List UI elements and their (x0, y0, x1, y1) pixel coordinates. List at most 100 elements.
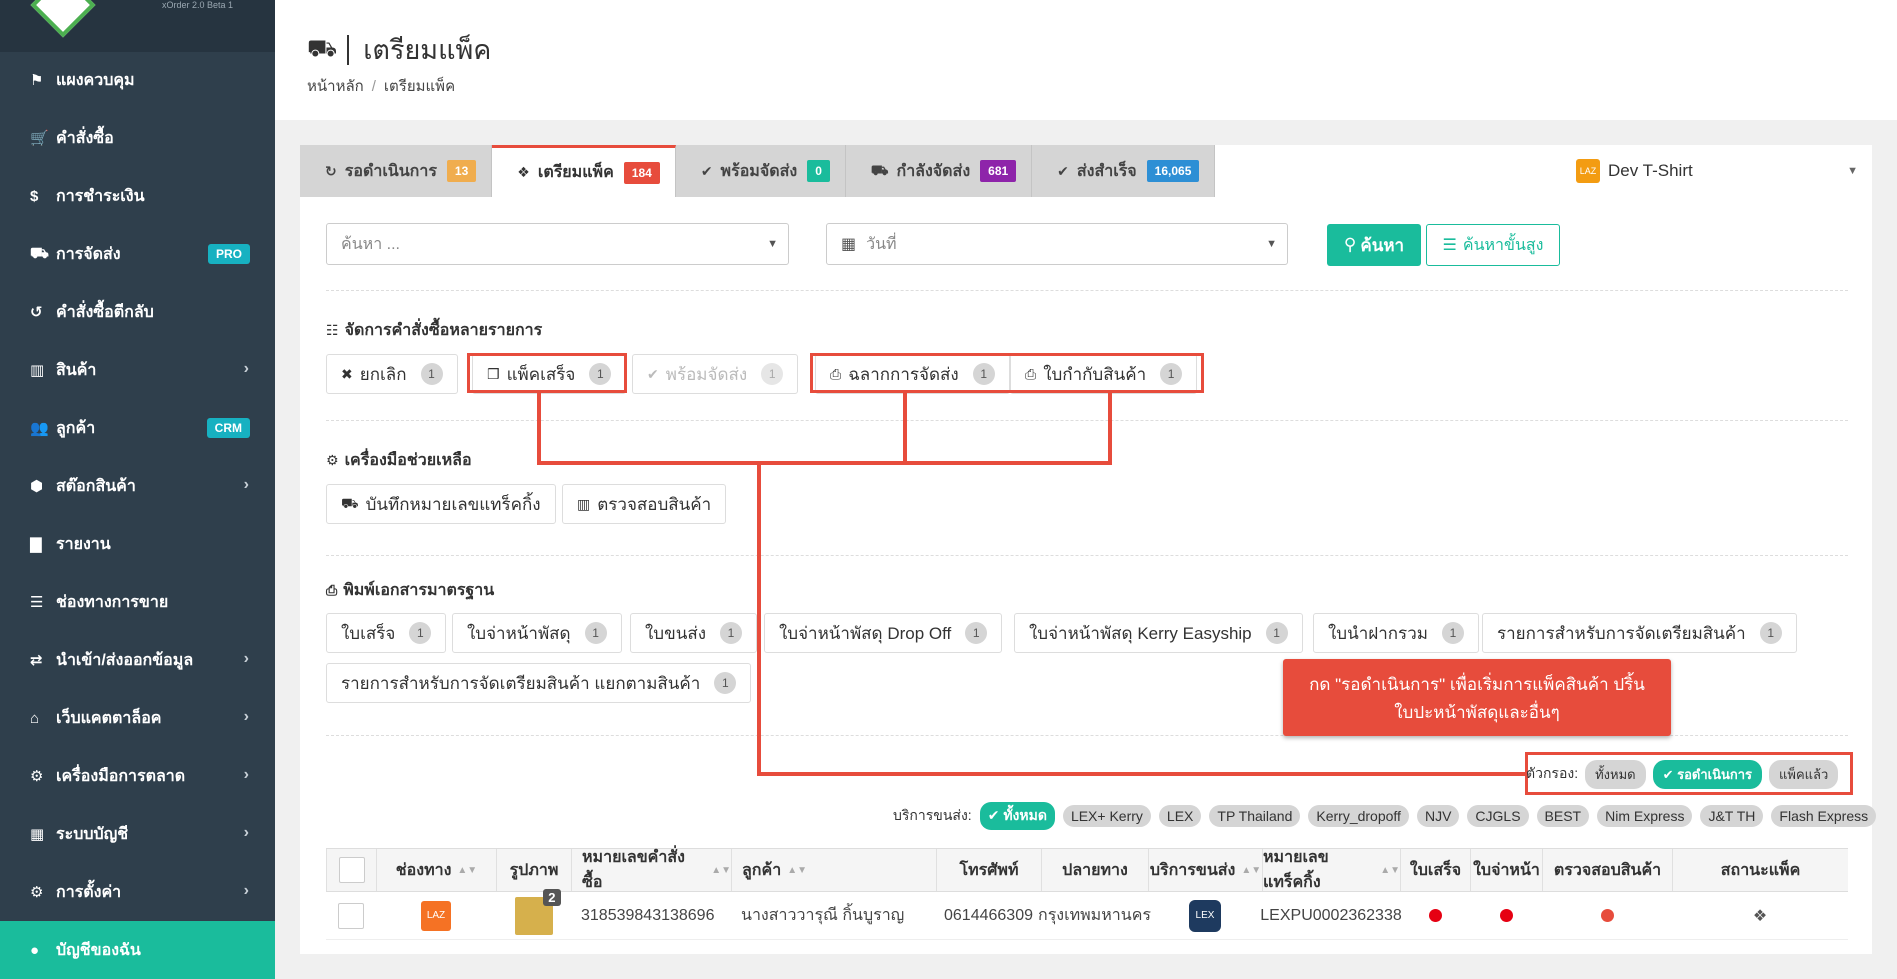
shop-select[interactable]: LAZ Dev T-Shirt ▼ (1562, 145, 1872, 197)
print-doc-button-2[interactable]: ใบขนส่ง 1 (630, 613, 758, 653)
print-doc-button-4[interactable]: ใบจ่าหน้าพัสดุ Kerry Easyship 1 (1014, 613, 1303, 653)
column-header: ใบจ่าหน้า (1470, 849, 1542, 891)
print-doc-button-0[interactable]: ใบเสร็จ 1 (326, 613, 447, 653)
carrier-option[interactable]: Kerry_dropoff (1308, 805, 1409, 827)
filter-all[interactable]: ทั้งหมด (1585, 759, 1646, 789)
table-cell (1470, 892, 1542, 939)
search-button-label: ค้นหา (1360, 235, 1405, 255)
print-doc-button-3[interactable]: ใบจ่าหน้าพัสดุ Drop Off 1 (764, 613, 1003, 653)
sidebar-item-0[interactable]: ⚑ แผงควบคุม (0, 51, 275, 109)
checkbox[interactable] (338, 857, 365, 883)
sidebar-item-9[interactable]: ☰ ช่องทางการขาย (0, 573, 275, 631)
account-icon: ● (30, 941, 40, 959)
search-button[interactable]: ⚲ ค้นหา (1327, 224, 1421, 266)
carrier-option[interactable]: BEST (1536, 805, 1590, 827)
record-tracking-label: บันทึกหมายเลขแทร็คกิ้ง (365, 494, 541, 514)
column-header[interactable]: บริการขนส่ง ▲▼ (1148, 849, 1262, 891)
tab-label: เตรียมแพ็ค (537, 164, 614, 181)
sidebar-item-10[interactable]: ⇄ นำเข้า/ส่งออกข้อมูล › (0, 631, 275, 689)
annotation-callout: กด "รอดำเนินการ" เพื่อเริ่มการแพ็คสินค้า… (1283, 659, 1671, 736)
table-cell: นางสาววารุณี กิ้นบูราญ (731, 892, 936, 939)
print-doc-button-1[interactable]: ใบจ่าหน้าพัสดุ 1 (452, 613, 622, 653)
cart-icon: 🛒 (30, 130, 49, 147)
sort-icon: ▲▼ (787, 864, 807, 876)
carrier-option[interactable]: TP Thailand (1209, 805, 1301, 827)
tab-icon: ↻ (325, 162, 337, 179)
tab-1[interactable]: ❖ เตรียมแพ็ค 184 (492, 145, 676, 197)
carrier-option[interactable]: Nim Express (1597, 805, 1693, 827)
sidebar-item-1[interactable]: 🛒 คำสั่งซื้อ (0, 109, 275, 167)
sidebar-item-2[interactable]: $ การชำระเงิน (0, 167, 275, 225)
sort-icon: ▲▼ (711, 864, 731, 876)
filter-packed[interactable]: แพ็คแล้ว (1769, 759, 1839, 789)
filter-pending[interactable]: ✔ รอดำเนินการ (1652, 759, 1763, 789)
sidebar: xOrder 2.0 Beta 1 ⚑ แผงควบคุม 🛒 คำสั่งซื้อ $… (0, 0, 275, 979)
column-header[interactable]: ลูกค้า ▲▼ (731, 849, 936, 891)
logo[interactable] (30, 0, 96, 38)
tab-4[interactable]: ✔ ส่งสำเร็จ 16,065 (1032, 145, 1216, 197)
tab-0[interactable]: ↻ รอดำเนินการ 13 (300, 145, 493, 197)
settings-icon: ⚙ (30, 884, 44, 901)
sidebar-item-14[interactable]: ⚙ การตั้งค่า › (0, 863, 275, 921)
ready-to-ship-button[interactable]: ✔ พร้อมจัดส่ง 1 (632, 354, 799, 394)
sidebar-item-7[interactable]: ⬢ สต๊อกสินค้า › (0, 457, 275, 515)
table-cell (326, 892, 376, 939)
carrier-option[interactable]: NJV (1416, 805, 1460, 827)
carrier-option[interactable]: ✔ ทั้งหมด (979, 802, 1055, 830)
column-header: ปลายทาง (1041, 849, 1148, 891)
column-header-label: ลูกค้า (742, 861, 782, 879)
advanced-search-button[interactable]: ☰ ค้นหาขั้นสูง (1426, 224, 1560, 266)
count-badge: 1 (714, 672, 737, 694)
sidebar-item-6[interactable]: 👥 ลูกค้า CRM (0, 399, 275, 457)
carrier-option[interactable]: LEX+ Kerry (1062, 805, 1151, 827)
tracking-number: LEXPU0002362338 (1260, 906, 1402, 924)
column-header-label: โทรศัพท์ (959, 861, 1019, 879)
table-cell (1400, 892, 1470, 939)
row-checkbox[interactable] (338, 902, 364, 929)
column-header: ใบเสร็จ (1400, 849, 1470, 891)
carrier-option[interactable]: J&T TH (1700, 805, 1764, 827)
chevron-right-icon: › (243, 360, 249, 377)
count-badge: 1 (720, 622, 743, 644)
calculator-icon: ▦ (30, 826, 45, 843)
sidebar-item-4[interactable]: ↺ คำสั่งซื้อตีกลับ (0, 283, 275, 341)
sidebar-item-5[interactable]: ▥ สินค้า › (0, 341, 275, 399)
printer-icon: ⎙ (326, 582, 338, 598)
button-label: ใบนำฝากรวม (1328, 623, 1428, 643)
product-thumbnail[interactable]: 2 (514, 888, 561, 935)
tab-label: ส่งสำเร็จ (1076, 162, 1137, 180)
column-header[interactable]: ช่องทาง ▲▼ (376, 849, 496, 891)
print-doc-button-5[interactable]: ใบนำฝากรวม 1 (1313, 613, 1479, 653)
carrier-option[interactable]: LEX (1158, 805, 1202, 827)
tab-3[interactable]: ⛟ กำลังจัดส่ง 681 (845, 145, 1033, 197)
print-doc-button-7[interactable]: รายการสำหรับการจัดเตรียมสินค้า แยกตามสิน… (326, 663, 752, 703)
sidebar-item-label: การตั้งค่า (56, 883, 122, 901)
select-all-checkbox[interactable] (326, 849, 376, 891)
count-badge: 1 (420, 363, 443, 385)
sidebar-item-15[interactable]: ● บัญชีของฉัน (0, 921, 275, 979)
date-input[interactable]: ▦ วันที่ ▼ (826, 223, 1288, 265)
order-number[interactable]: 318539843138696 (581, 907, 714, 925)
sidebar-item-12[interactable]: ⚙ เครื่องมือการตลาด › (0, 747, 275, 805)
search-input[interactable]: ค้นหา ... ▼ (326, 223, 789, 265)
sidebar-item-8[interactable]: ▇ รายงาน (0, 515, 275, 573)
sidebar-item-13[interactable]: ▦ ระบบบัญชี › (0, 805, 275, 863)
table-row[interactable]: LAZ 2 318539843138696 นางสาววารุณี กิ้นบูรา… (326, 888, 1848, 940)
breadcrumb-home[interactable]: หน้าหลัก (307, 78, 364, 95)
carrier-option[interactable]: Flash Express (1771, 805, 1877, 827)
print-doc-button-6[interactable]: รายการสำหรับการจัดเตรียมสินค้า 1 (1482, 613, 1797, 653)
cancel-button[interactable]: ✖ ยกเลิก 1 (326, 354, 458, 394)
column-header[interactable]: หมายเลขคำสั่งซื้อ ▲▼ (571, 849, 731, 891)
table-cell: 2 (496, 888, 571, 939)
count-badge: 1 (965, 622, 988, 644)
sidebar-item-3[interactable]: ⛟ การจัดส่ง PRO (0, 225, 275, 283)
logo-area: xOrder 2.0 Beta 1 (0, 0, 275, 52)
record-tracking-button[interactable]: ⛟ บันทึกหมายเลขแทร็คกิ้ง (326, 484, 556, 524)
highlight-pack-done (467, 353, 627, 393)
carrier-option[interactable]: CJGLS (1467, 805, 1529, 827)
column-header[interactable]: หมายเลขแทร็คกิ้ง ▲▼ (1262, 849, 1400, 891)
tab-2[interactable]: ✔ พร้อมจัดส่ง 0 (675, 145, 846, 197)
cubes-icon: ⬢ (30, 478, 44, 495)
check-product-button[interactable]: ▥ ตรวจสอบสินค้า (562, 484, 727, 524)
sidebar-item-11[interactable]: ⌂ เว็บแคตตาล็อค › (0, 689, 275, 747)
